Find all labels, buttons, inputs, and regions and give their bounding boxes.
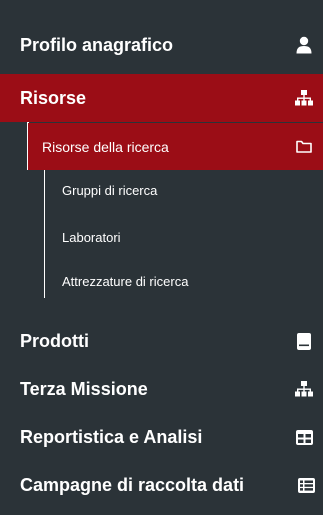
- menu-item-terza-missione[interactable]: Terza Missione: [0, 366, 323, 412]
- menu-item-label: Risorse della ricerca: [42, 138, 169, 155]
- menu-item-profilo-anagrafico[interactable]: Profilo anagrafico: [0, 22, 323, 68]
- menu-item-label: Terza Missione: [20, 378, 148, 399]
- sitemap-icon: [293, 87, 315, 109]
- menu-item-label: Risorse: [20, 87, 87, 108]
- user-icon: [293, 34, 315, 56]
- table-icon: [293, 426, 315, 448]
- book-icon: [293, 330, 315, 352]
- menu-item-label: Profilo anagrafico: [20, 34, 174, 55]
- menu-item-label: Campagne di raccolta dati: [20, 474, 245, 495]
- menu-item-risorse[interactable]: Risorse: [0, 74, 323, 122]
- sitemap-icon: [293, 378, 315, 400]
- folder-icon: [293, 140, 315, 153]
- menu-item-campagne-di-raccolta-dati[interactable]: Campagne di raccolta dati: [0, 462, 323, 508]
- menu-item-laboratori[interactable]: Laboratori: [62, 230, 121, 245]
- list-icon: [295, 474, 317, 496]
- menu-item-reportistica-e-analisi[interactable]: Reportistica e Analisi: [0, 414, 323, 460]
- menu-item-prodotti[interactable]: Prodotti: [0, 318, 323, 364]
- menu-item-label: Reportistica e Analisi: [20, 426, 203, 447]
- menu-item-label: Prodotti: [20, 330, 89, 351]
- tree-line: [44, 170, 45, 298]
- menu-item-gruppi-di-ricerca[interactable]: Gruppi di ricerca: [62, 183, 157, 198]
- menu-item-attrezzature-di-ricerca[interactable]: Attrezzature di ricerca: [62, 274, 188, 289]
- menu-item-risorse-della-ricerca[interactable]: Risorse della ricerca: [28, 123, 323, 170]
